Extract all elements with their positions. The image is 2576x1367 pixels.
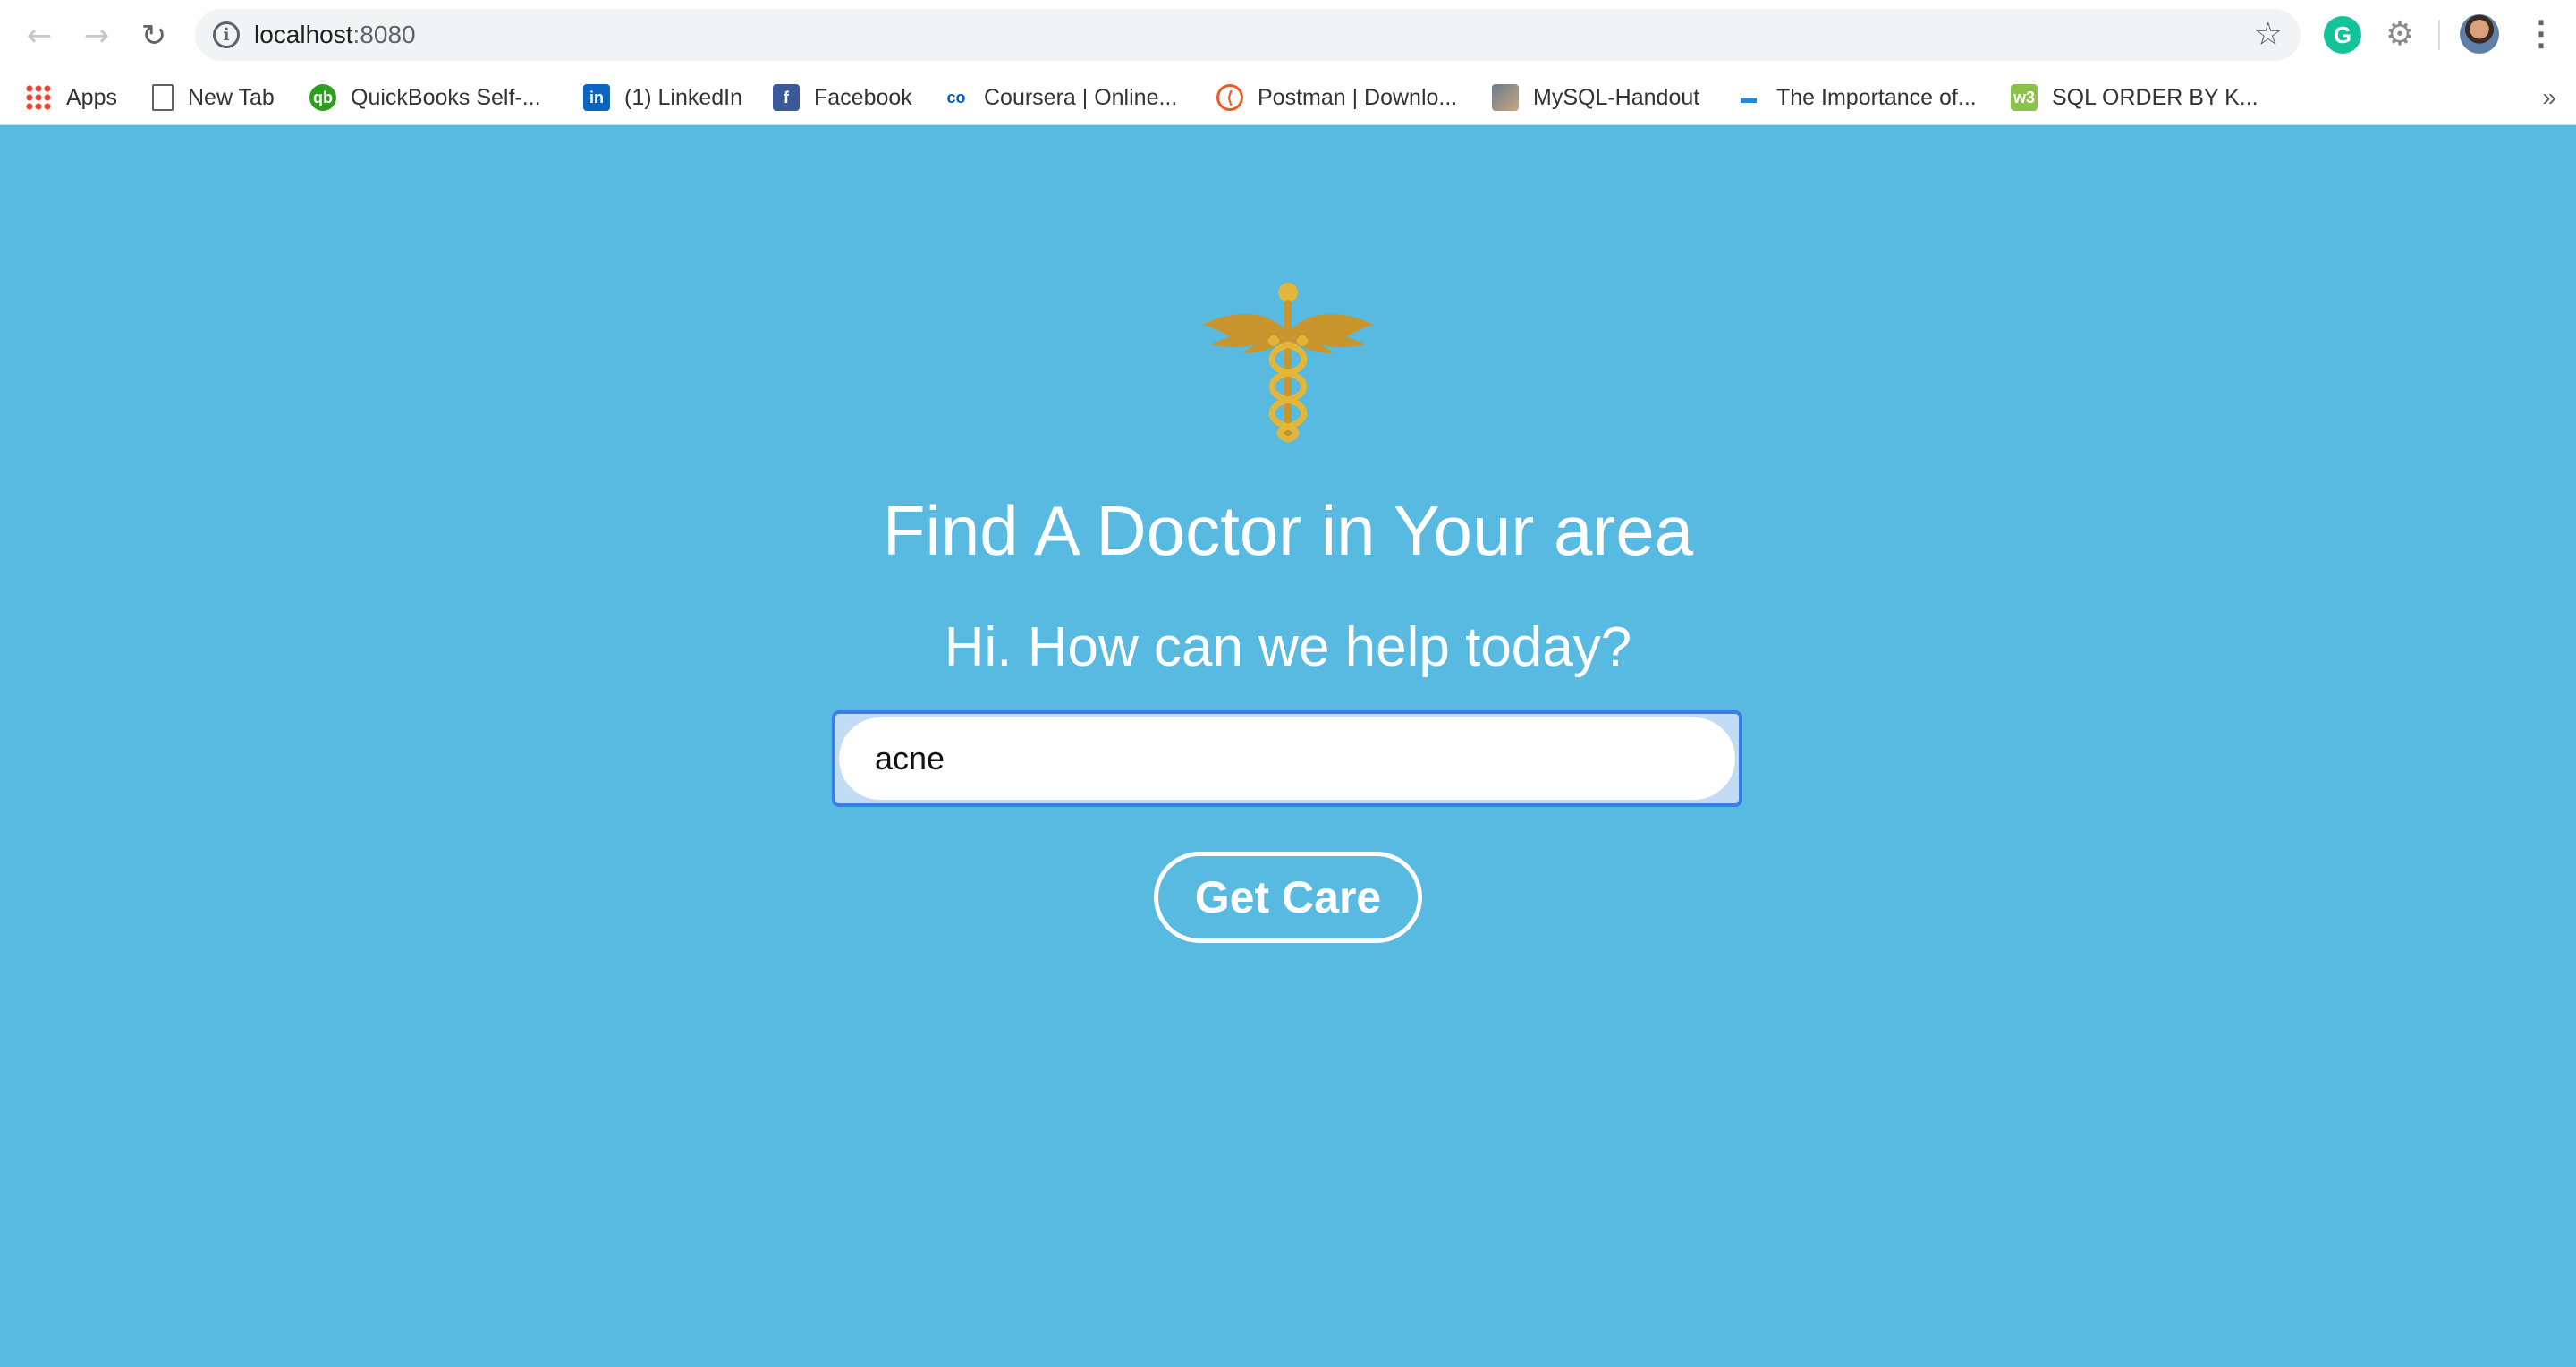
address-bar-url[interactable]: localhost:8080 (254, 21, 416, 49)
apps-grid-icon (25, 84, 52, 111)
back-arrow-icon[interactable]: ← (16, 13, 63, 59)
facebook-icon: f (773, 84, 800, 111)
coursera-icon: co (946, 89, 966, 106)
bookmark-facebook[interactable]: f Facebook (773, 70, 912, 125)
bookmark-label: Apps (66, 84, 117, 110)
bookmark-label: New Tab (188, 84, 275, 110)
bookmark-label: SQL ORDER BY K... (2052, 84, 2258, 110)
postman-icon: ⟨ (1216, 84, 1243, 111)
forward-arrow-icon[interactable]: → (73, 13, 120, 59)
search-input[interactable] (839, 717, 1735, 800)
more-bookmarks-icon[interactable]: » (2542, 70, 2556, 125)
page-icon (152, 84, 174, 111)
bookmark-linkedin[interactable]: in (1) LinkedIn (583, 70, 742, 125)
grammarly-extension-icon[interactable]: G (2324, 16, 2361, 54)
profile-avatar[interactable] (2460, 14, 2499, 54)
bookmark-star-icon[interactable]: ☆ (2254, 16, 2283, 53)
bookmark-new-tab[interactable]: New Tab (152, 70, 275, 125)
url-host: localhost (254, 21, 353, 48)
bookmarks-bar: Apps New Tab qb QuickBooks Self-... in (… (0, 70, 2576, 125)
gear-extension-icon[interactable]: ⚙ (2381, 16, 2419, 54)
bookmark-label: QuickBooks Self-... (351, 84, 541, 110)
browser-toolbar: ← → ↻ i localhost:8080 ☆ G ⚙ ⋮ (0, 0, 2576, 70)
get-care-button[interactable]: Get Care (1154, 852, 1422, 943)
page-title: Find A Doctor in Your area (882, 491, 1694, 570)
bookmark-postman[interactable]: ⟨ Postman | Downlo... (1216, 70, 1457, 125)
browser-menu-icon[interactable]: ⋮ (2524, 11, 2558, 57)
w3schools-icon: w3 (2011, 84, 2038, 111)
bookmark-coursera[interactable]: co Coursera | Online... (943, 70, 1177, 125)
page-content: Find A Doctor in Your area Hi. How can w… (0, 125, 2576, 1367)
bookmark-mysql-handout[interactable]: MySQL-Handout (1492, 70, 1699, 125)
bookmark-sql-order-by[interactable]: w3 SQL ORDER BY K... (2011, 70, 2258, 125)
bookmark-label: Coursera | Online... (984, 84, 1178, 110)
bookmark-label: MySQL-Handout (1533, 84, 1700, 110)
url-port: :8080 (352, 21, 416, 48)
bookmark-label: Postman | Downlo... (1258, 84, 1458, 110)
bookmark-apps[interactable]: Apps (25, 70, 117, 125)
linkedin-icon: in (583, 84, 610, 111)
bookmark-label: The Importance of... (1776, 84, 1977, 110)
site-info-icon[interactable]: i (213, 21, 240, 48)
article-icon: ▬ (1741, 89, 1757, 106)
reload-icon[interactable]: ↻ (131, 13, 177, 59)
search-focus-ring (832, 710, 1742, 807)
toolbar-divider (2438, 20, 2440, 50)
quickbooks-icon: qb (309, 84, 336, 111)
caduceus-logo-icon (1202, 283, 1374, 443)
address-bar[interactable]: i localhost:8080 ☆ (195, 9, 2301, 61)
bookmark-importance[interactable]: ▬ The Importance of... (1735, 70, 1977, 125)
bookmark-label: (1) LinkedIn (624, 84, 743, 110)
mysql-icon (1492, 84, 1519, 111)
bookmark-quickbooks[interactable]: qb QuickBooks Self-... (309, 70, 541, 125)
bookmark-label: Facebook (814, 84, 912, 110)
page-subtitle: Hi. How can we help today? (944, 616, 1632, 678)
